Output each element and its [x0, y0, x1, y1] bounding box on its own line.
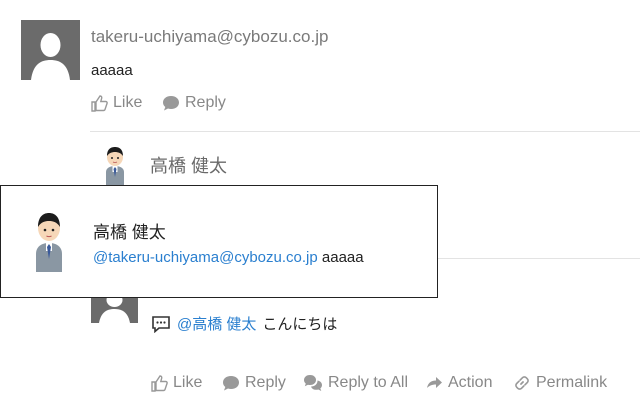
thumbs-up-icon	[91, 95, 108, 112]
comment-reply-all-button[interactable]: Reply to All	[303, 374, 408, 392]
popup-mention-link[interactable]: @takeru-uchiyama@cybozu.co.jp	[93, 249, 318, 266]
author-avatar[interactable]	[21, 20, 80, 80]
popup-quote-text: aaaaa	[321, 249, 364, 266]
thumbs-up-icon	[151, 375, 168, 392]
post-body: aaaaa	[91, 62, 133, 79]
comment-permalink-button[interactable]: Permalink	[513, 374, 607, 392]
comment-like-label: Like	[173, 374, 203, 391]
comment-mention-link[interactable]: @高橋 健太	[177, 313, 256, 334]
comment-reply-all-label: Reply to All	[328, 374, 409, 391]
quote-popup-card: 高橋 健太 @takeru-uchiyama@cybozu.co.jp aaaa…	[0, 185, 438, 298]
post-like-button[interactable]: Like	[90, 94, 142, 112]
reply-author-name[interactable]: 高橋 健太	[150, 152, 227, 178]
speech-bubble-icon	[223, 376, 239, 391]
person-silhouette-icon	[91, 298, 138, 323]
popup-avatar[interactable]	[33, 210, 65, 272]
comment-text: こんにちは	[262, 316, 338, 333]
comment-divider	[438, 258, 640, 259]
reply-author-avatar[interactable]	[100, 144, 130, 186]
comment-bubble-icon	[152, 315, 170, 333]
person-silhouette-icon	[21, 20, 80, 80]
popup-message: @takeru-uchiyama@cybozu.co.jp aaaaa	[93, 249, 364, 266]
popup-name[interactable]: 高橋 健太	[93, 218, 166, 243]
comment-like-button[interactable]: Like	[150, 374, 202, 392]
comment-body: @高橋 健太 こんにちは	[151, 313, 337, 334]
comment-reply-button[interactable]: Reply	[222, 374, 286, 392]
speech-bubble-icon	[163, 96, 179, 111]
thread-divider	[90, 131, 640, 132]
person-avatar-icon	[36, 213, 62, 272]
post-author[interactable]: takeru-uchiyama@cybozu.co.jp	[91, 27, 328, 47]
comment-permalink-label: Permalink	[536, 374, 608, 391]
comment-action-label: Action	[448, 374, 493, 391]
arrow-right-icon	[427, 377, 442, 388]
post-like-label: Like	[113, 94, 143, 111]
comment-author-avatar[interactable]	[91, 298, 138, 323]
post-reply-button[interactable]: Reply	[162, 94, 226, 112]
comment-action-button[interactable]: Action	[425, 374, 492, 392]
person-avatar-icon	[106, 147, 124, 186]
link-icon	[515, 376, 529, 390]
comment-reply-label: Reply	[245, 374, 286, 391]
speech-bubbles-icon	[304, 375, 322, 391]
post-reply-label: Reply	[185, 94, 226, 111]
